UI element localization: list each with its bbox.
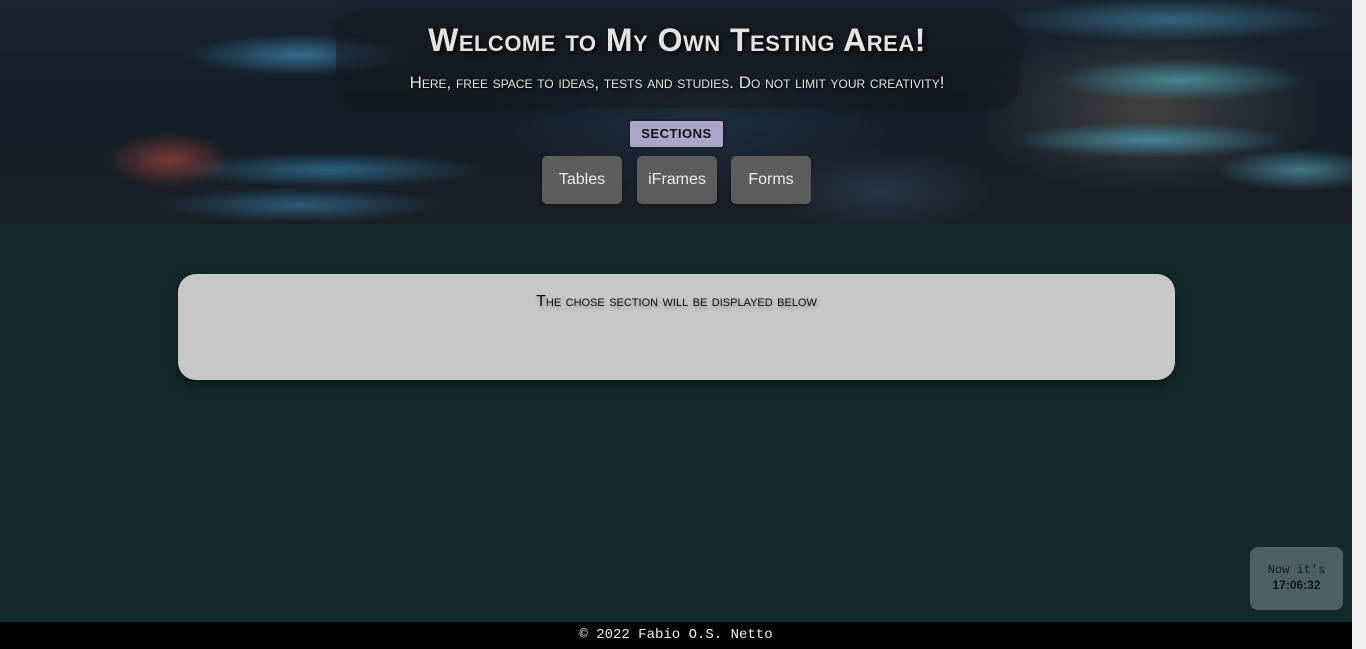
page-subtitle: Here, free space to ideas, tests and stu… (409, 73, 945, 92)
footer-copyright: © 2022 Fabio O.S. Netto (579, 627, 773, 643)
clock-time: 17:06:32 (1272, 578, 1321, 592)
clock-label: Now it's (1267, 563, 1326, 577)
page: Welcome to My Own Testing Area! Here, fr… (0, 0, 1366, 649)
vertical-scrollbar[interactable] (1352, 0, 1366, 649)
footer: © 2022 Fabio O.S. Netto (0, 622, 1352, 649)
forms-button[interactable]: Forms (731, 156, 811, 204)
section-display-card: The chose section will be displayed belo… (178, 274, 1175, 380)
iframes-button[interactable]: iFrames (637, 156, 717, 204)
page-title: Welcome to My Own Testing Area! (428, 22, 926, 58)
sections-label: SECTIONS (628, 119, 725, 149)
clock-widget: Now it's 17:06:32 (1250, 547, 1343, 610)
hero-box: Welcome to My Own Testing Area! Here, fr… (336, 12, 1018, 108)
section-placeholder-text: The chose section will be displayed belo… (536, 293, 817, 310)
tables-button[interactable]: Tables (542, 156, 622, 204)
header-banner: Welcome to My Own Testing Area! Here, fr… (0, 0, 1352, 224)
